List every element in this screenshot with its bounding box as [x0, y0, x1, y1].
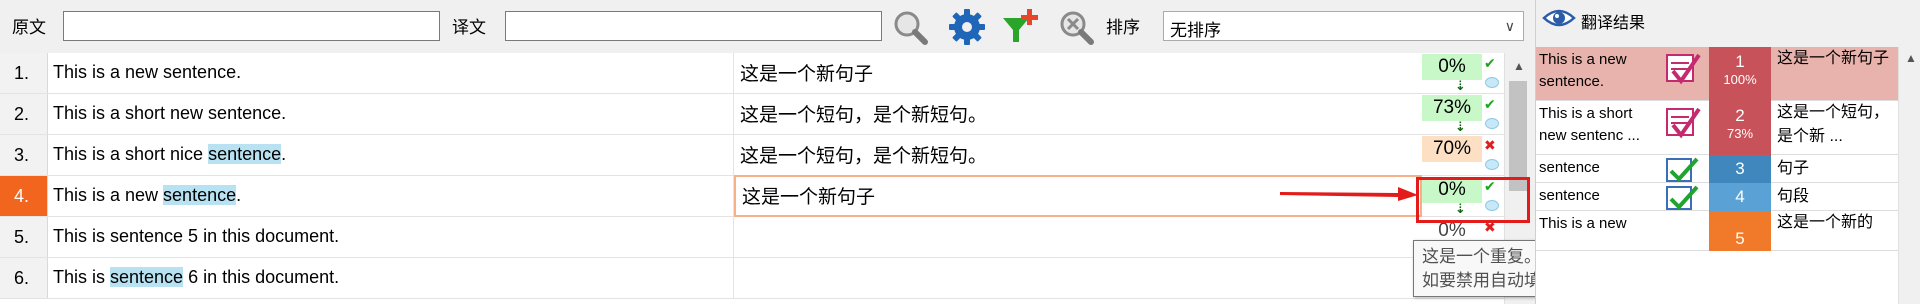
callout-arrow-icon — [1280, 187, 1418, 201]
rejected-x-icon[interactable]: ✖ — [1484, 137, 1496, 154]
target-cell[interactable]: 这是一个新句子 — [734, 53, 1422, 93]
comment-bubble-icon[interactable] — [1485, 118, 1499, 129]
sort-value: 无排序 — [1170, 21, 1221, 40]
row-number: 1. — [0, 53, 48, 93]
target-filter-input[interactable] — [505, 11, 882, 41]
result-target: 句段 — [1777, 188, 1810, 205]
autofill-arrow-icon[interactable]: ⇣ — [1455, 120, 1466, 133]
confirmed-check-icon[interactable]: ✔ — [1484, 96, 1496, 113]
clear-search-icon[interactable] — [1055, 6, 1097, 48]
result-source: sentence — [1539, 159, 1600, 176]
source-filter-input[interactable] — [63, 11, 440, 41]
result-source: sentence — [1539, 187, 1600, 204]
term-check-icon — [1666, 185, 1699, 210]
match-percent: 0% — [1422, 54, 1482, 80]
scroll-up-icon[interactable]: ▲ — [1905, 51, 1917, 65]
panel-header: 翻译结果 — [1536, 0, 1920, 36]
filter-toolbar: 原文 译文 排序 无排序 ∨ — [0, 0, 1530, 52]
result-source: This is a new sentence. — [1539, 51, 1627, 90]
segment-grid: 1. This is a new sentence. 这是一个新句子 0% ⇣ … — [0, 53, 1530, 304]
comment-bubble-icon[interactable] — [1485, 77, 1499, 88]
source-cell[interactable]: This is a new sentence. — [48, 176, 734, 216]
target-cell[interactable] — [734, 217, 1422, 257]
row-number: 6. — [0, 258, 48, 298]
panel-scrollbar[interactable]: ▲ — [1898, 47, 1920, 304]
search-filter-icon[interactable] — [889, 6, 931, 48]
target-cell[interactable] — [734, 258, 1422, 298]
source-cell[interactable]: This is a new sentence. — [48, 53, 734, 93]
row-number: 2. — [0, 94, 48, 134]
search-highlight: sentence — [110, 267, 184, 287]
result-source: This is a short new sentenc ... — [1539, 105, 1640, 144]
target-cell[interactable]: 这是一个短句，是个新短句。 — [734, 94, 1422, 134]
result-target: 这是一个新的 — [1777, 214, 1874, 231]
match-percent: 73% — [1422, 95, 1482, 121]
chevron-down-icon: ∨ — [1504, 18, 1515, 34]
row-number: 5. — [0, 217, 48, 257]
search-highlight: sentence — [163, 185, 237, 205]
table-row[interactable]: 6. This is sentence 6 in this document. — [0, 258, 1530, 299]
memory-check-icon — [1666, 53, 1701, 85]
row-number: 3. — [0, 135, 48, 175]
target-filter-label: 译文 — [452, 18, 486, 37]
scroll-up-icon[interactable]: ▲ — [1513, 59, 1525, 73]
table-row[interactable]: 3. This is a short nice sentence. 这是一个短句… — [0, 135, 1530, 176]
add-filter-icon[interactable] — [999, 6, 1041, 48]
results-list: This is a new sentence. 1 100% 这是一个新句子 T… — [1536, 47, 1920, 304]
source-cell[interactable]: This is a short new sentence. — [48, 94, 734, 134]
sort-select[interactable]: 无排序 ∨ — [1163, 11, 1524, 41]
result-item[interactable]: This is a new 5 这是一个新的 — [1536, 211, 1920, 251]
source-cell[interactable]: This is sentence 6 in this document. — [48, 258, 734, 298]
sort-label: 排序 — [1106, 18, 1140, 37]
match-score: 4 — [1709, 183, 1771, 211]
row-number: 4. — [0, 176, 48, 216]
result-target: 这是一个新句子 — [1777, 50, 1890, 67]
source-cell[interactable]: This is a short nice sentence. — [48, 135, 734, 175]
match-score: 3 — [1709, 155, 1771, 183]
search-highlight: sentence — [208, 144, 282, 164]
match-score: 2 73% — [1709, 101, 1771, 155]
result-item[interactable]: This is a short new sentenc ... 2 73% 这是… — [1536, 101, 1920, 155]
eye-icon — [1542, 9, 1576, 27]
gear-icon[interactable] — [946, 6, 988, 48]
comment-bubble-icon[interactable] — [1485, 159, 1499, 170]
target-cell[interactable]: 这是一个短句，是个新短句。 — [734, 135, 1422, 175]
result-target: 句子 — [1777, 160, 1810, 177]
result-item[interactable]: This is a new sentence. 1 100% 这是一个新句子 — [1536, 47, 1920, 101]
table-row[interactable]: 2. This is a short new sentence. 这是一个短句，… — [0, 94, 1530, 135]
match-percent: 70% — [1422, 136, 1482, 162]
callout-highlight-box — [1416, 177, 1530, 223]
match-score: 5 — [1709, 211, 1771, 251]
autofill-arrow-icon[interactable]: ⇣ — [1455, 79, 1466, 92]
term-check-icon — [1666, 157, 1699, 182]
match-score: 1 100% — [1709, 47, 1771, 101]
result-target: 这是一个短句，是个新 ... — [1777, 104, 1890, 145]
result-item[interactable]: sentence 3 句子 — [1536, 155, 1920, 183]
translation-results-panel: 翻译结果 This is a new sentence. 1 100% 这是一个… — [1535, 0, 1920, 304]
source-filter-label: 原文 — [12, 18, 46, 37]
panel-title: 翻译结果 — [1581, 15, 1646, 32]
memory-check-icon — [1666, 107, 1701, 139]
table-row[interactable]: 5. This is sentence 5 in this document. … — [0, 217, 1530, 258]
result-source: This is a new — [1539, 215, 1627, 232]
result-item[interactable]: sentence 4 句段 — [1536, 183, 1920, 211]
table-row[interactable]: 1. This is a new sentence. 这是一个新句子 0% ⇣ … — [0, 53, 1530, 94]
source-cell[interactable]: This is sentence 5 in this document. — [48, 217, 734, 257]
scroll-thumb[interactable] — [1509, 81, 1527, 191]
confirmed-check-icon[interactable]: ✔ — [1484, 55, 1496, 72]
